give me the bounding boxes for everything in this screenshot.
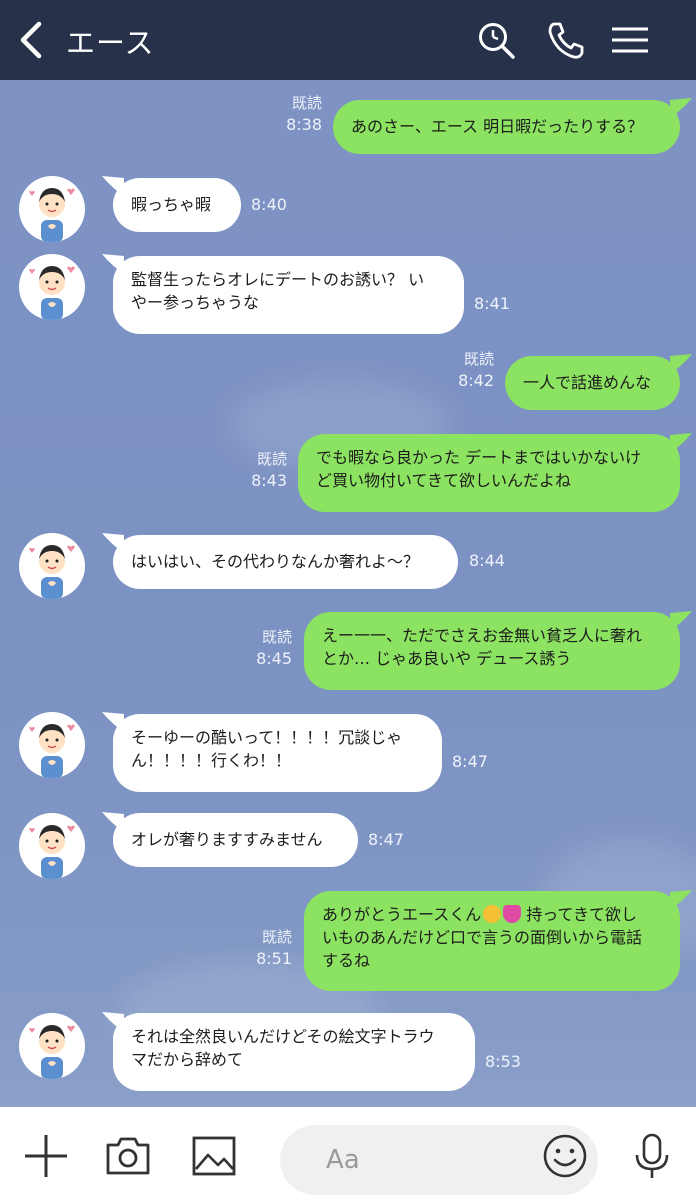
plus-icon[interactable] xyxy=(22,1133,70,1179)
message-time: 8:40 xyxy=(251,195,287,214)
message-bubble-incoming[interactable]: それは全然良いんだけどその絵文字トラウ マだから辞めて xyxy=(113,1013,475,1091)
boy-heart-avatar-icon xyxy=(29,1025,75,1079)
message-meta: 既読 8:45 xyxy=(240,626,292,670)
message-bubble-outgoing[interactable]: ありがとうエースくん 持ってきて欲し いものあんだけど口で言うの面倒いから電話 … xyxy=(304,891,680,991)
message-time: 8:38 xyxy=(286,115,322,134)
smiling-face-with-hearts-emoji xyxy=(483,905,502,923)
message-time: 8:47 xyxy=(452,752,488,771)
boy-heart-avatar-icon xyxy=(29,724,75,778)
avatar[interactable] xyxy=(19,813,85,879)
message-bubble-outgoing[interactable]: 一人で話進めんな xyxy=(505,356,680,410)
camera-icon[interactable] xyxy=(104,1133,152,1179)
message-meta: 既読 8:42 xyxy=(442,348,494,392)
message-time: 8:51 xyxy=(256,949,292,968)
read-receipt: 既読 xyxy=(291,94,322,112)
image-icon[interactable] xyxy=(190,1133,238,1179)
message-bubble-incoming[interactable]: はいはい、その代わりなんか奢れよ〜？ xyxy=(113,535,458,589)
boy-heart-avatar-icon xyxy=(29,266,75,320)
avatar[interactable] xyxy=(19,1013,85,1079)
boy-heart-avatar-icon xyxy=(29,188,75,242)
read-receipt: 既読 xyxy=(261,928,292,946)
search-icon[interactable] xyxy=(474,18,518,62)
message-bubble-incoming[interactable]: 監督生ったらオレにデートのお誘い？ い やー参っちゃうな xyxy=(113,256,464,334)
avatar[interactable] xyxy=(19,176,85,242)
message-bubble-incoming[interactable]: オレが奢りますすみません xyxy=(113,813,358,867)
phone-icon[interactable] xyxy=(544,18,588,62)
smiley-icon[interactable] xyxy=(541,1133,589,1179)
message-bubble-outgoing[interactable]: えー一一、ただでさえお金無い貧乏人に奢れ とか… じゃあ良いや デュース誘う xyxy=(304,612,680,690)
message-bubble-incoming[interactable]: 暇っちゃ暇 xyxy=(113,178,241,232)
read-receipt: 既読 xyxy=(261,628,292,646)
message-meta: 既読 8:43 xyxy=(235,448,287,492)
message-bubble-incoming[interactable]: そーゆーの酷いって！！！！冗談じゃ ん！！！！行くわ！！ xyxy=(113,714,442,792)
chat-title: エース xyxy=(66,26,155,60)
message-time: 8:53 xyxy=(485,1052,521,1071)
avatar[interactable] xyxy=(19,712,85,778)
message-text: ありがとうエースくん xyxy=(322,905,482,924)
boy-heart-avatar-icon xyxy=(29,825,75,879)
back-icon[interactable] xyxy=(12,18,52,62)
message-meta: 既読 8:51 xyxy=(240,926,292,970)
sparkling-heart-emoji xyxy=(503,905,522,923)
boy-heart-avatar-icon xyxy=(29,545,75,599)
microphone-icon[interactable] xyxy=(628,1133,676,1179)
message-time: 8:44 xyxy=(469,551,505,570)
message-bubble-outgoing[interactable]: あのさー、エース 明日暇だったりする？ xyxy=(333,100,680,154)
message-time: 8:42 xyxy=(458,371,494,390)
message-bubble-outgoing[interactable]: でも暇なら良かった デートまではいかないけ ど買い物付いてきて欲しいんだよね xyxy=(298,434,680,512)
message-time: 8:43 xyxy=(251,471,287,490)
input-bar xyxy=(0,1107,696,1200)
chat-header: エース xyxy=(0,0,696,80)
message-time: 8:47 xyxy=(368,830,404,849)
message-time: 8:41 xyxy=(474,294,510,313)
avatar[interactable] xyxy=(19,533,85,599)
chat-area[interactable]: 既読 8:38 あのさー、エース 明日暇だったりする？ 暇っちゃ暇 8:40 監… xyxy=(0,80,696,1107)
menu-icon[interactable] xyxy=(606,18,650,62)
read-receipt: 既読 xyxy=(256,450,287,468)
message-meta: 既読 8:38 xyxy=(270,92,322,136)
avatar[interactable] xyxy=(19,254,85,320)
read-receipt: 既読 xyxy=(463,350,494,368)
message-time: 8:45 xyxy=(256,649,292,668)
